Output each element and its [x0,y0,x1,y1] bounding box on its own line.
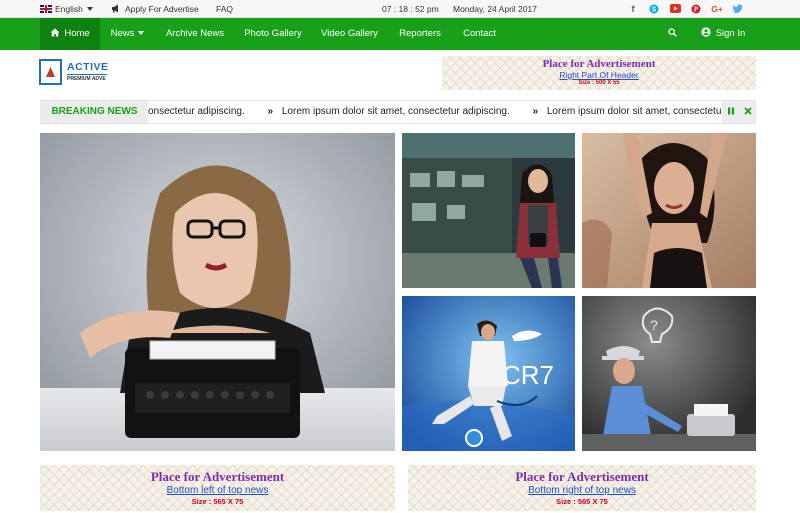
pinterest-icon[interactable]: P [689,2,703,16]
language-selector[interactable]: English [40,0,93,18]
nav-reporters[interactable]: Reporters [388,18,452,50]
pause-icon [727,107,734,115]
nav-home-label: Home [64,28,90,39]
ad-subtitle: Right Part Of Header [559,70,639,80]
camera-woman-image [402,133,575,288]
news-photo-camera-woman[interactable] [402,133,575,288]
news-photo-idea[interactable]: ? [582,296,756,451]
main-nav: Home News Archive News Photo Gallery Vid… [0,18,800,50]
ad-subtitle: Bottom left of top news [166,485,269,496]
featured-news-photo[interactable] [40,133,395,451]
date-label: Monday, 24 April 2017 [453,4,537,14]
user-icon [701,27,711,37]
chevron-down-icon [86,7,93,11]
cr7-label: CR7 [502,360,554,390]
header-ad-banner[interactable]: Place for Advertisement Right Part Of He… [442,56,756,90]
current-date: Monday, 24 April 2017 [453,0,537,18]
search-icon [667,28,677,37]
logo-tagline: PREMIUM ADVE [67,74,107,82]
news-photo-portrait[interactable] [582,133,756,288]
nav-reporters-label: Reporters [399,28,441,39]
pause-button[interactable] [722,101,739,123]
search-button[interactable] [660,18,684,50]
bottom-right-ad-banner[interactable]: Place for Advertisement Bottom right of … [408,465,756,511]
nav-home[interactable]: Home [40,18,100,50]
ad-subtitle: Bottom right of top news [528,485,636,496]
ad-title: Place for Advertisement [515,469,649,484]
breaking-news-label: BREAKING NEWS [41,101,148,123]
uk-flag-icon [40,5,52,13]
ad-title: Place for Advertisement [150,469,285,484]
facebook-icon[interactable]: f [626,2,640,16]
svg-text:P: P [694,6,699,14]
ticker-item[interactable]: onsectetur adipiscing. [148,106,245,117]
nav-archive-news-label: Archive News [165,28,225,39]
clock-time: 07 : 18 : 52 pm [382,4,439,14]
google-plus-icon[interactable]: G+ [710,2,724,16]
logo-mark-icon [39,59,62,85]
megaphone-icon [112,4,118,13]
nav-archive-news[interactable]: Archive News [155,18,235,50]
ad-size: Size : 500 X 55 [578,80,620,86]
faq-link[interactable]: FAQ [216,0,233,18]
nav-video-gallery[interactable]: Video Gallery [311,18,388,50]
chevron-right-icon: » [267,106,274,117]
apply-advertise-link[interactable]: Apply For Advertise [111,0,199,18]
site-logo[interactable]: ACTIVE PREMIUM ADVE [39,59,109,85]
news-photo-football[interactable]: CR7 [402,296,575,451]
breaking-news-ticker: onsectetur adipiscing. » Lorem ipsum dol… [148,101,723,123]
home-icon [50,28,60,37]
football-player-image: CR7 [402,296,575,451]
twitter-icon[interactable] [731,2,745,16]
apply-advertise-label: Apply For Advertise [125,4,199,14]
nav-photo-gallery-label: Photo Gallery [244,28,302,39]
portrait-woman-image [582,133,756,288]
youtube-icon[interactable] [668,2,682,16]
bottom-left-ad-banner[interactable]: Place for Advertisement Bottom left of t… [40,465,395,511]
close-button[interactable] [739,101,755,123]
ad-size: Size : 565 X 75 [556,497,608,506]
top-bar: English Apply For Advertise FAQ 07 : 18 … [0,0,800,18]
sign-in-button[interactable]: Sign In [693,18,753,50]
idea-man-image: ? [582,296,756,451]
chevron-right-icon: » [532,106,539,117]
svg-text:?: ? [650,317,658,333]
nav-video-gallery-label: Video Gallery [321,28,378,39]
sign-in-label: Sign In [715,28,746,39]
ad-title: Place for Advertisement [542,58,656,70]
nav-contact[interactable]: Contact [452,18,507,50]
woman-typewriter-image [40,133,395,451]
nav-contact-label: Contact [463,28,496,39]
faq-label: FAQ [216,4,234,14]
chevron-down-icon [138,31,145,35]
language-label: English [55,4,83,14]
ticker-item[interactable]: Lorem ipsum dolor sit amet, consectetur … [282,106,510,117]
nav-news[interactable]: News [100,18,155,50]
breaking-news-bar: BREAKING NEWS onsectetur adipiscing. » L… [40,100,756,124]
clock: 07 : 18 : 52 pm [382,0,439,18]
close-icon [743,107,752,115]
nav-photo-gallery[interactable]: Photo Gallery [235,18,311,50]
ticker-item[interactable]: Lorem ipsum dolor sit amet, consectetur … [547,106,723,117]
svg-text:S: S [652,7,657,14]
logo-name: ACTIVE [67,61,109,73]
nav-news-label: News [110,28,135,39]
ad-size: Size : 565 X 75 [191,497,244,506]
skype-icon[interactable]: S [647,2,661,16]
